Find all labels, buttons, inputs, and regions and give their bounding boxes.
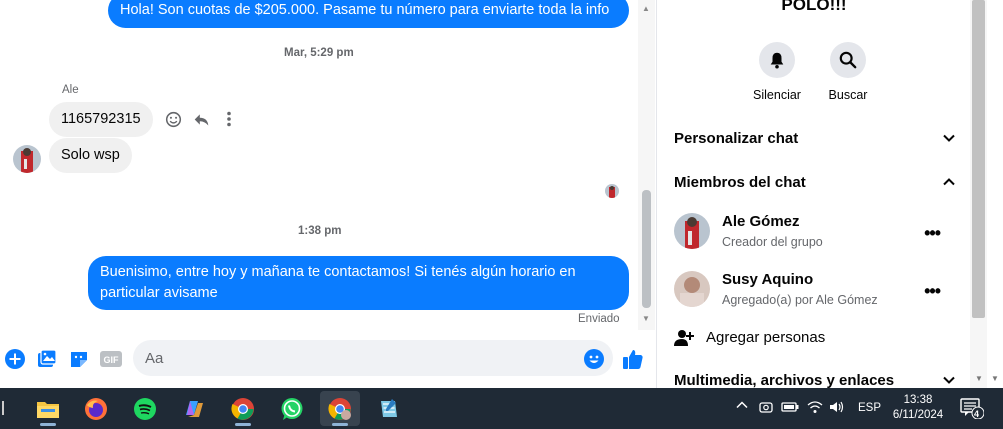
more-options-icon[interactable]: •••	[924, 223, 941, 244]
react-icon[interactable]	[164, 110, 182, 128]
scroll-down-arrow-icon[interactable]: ▼	[642, 314, 650, 323]
member-row[interactable]: Susy Aquino Agregado(a) por Ale Gómez ••…	[674, 271, 956, 311]
member-name: Ale Gómez	[722, 213, 800, 230]
taskbar-edge	[2, 401, 4, 415]
running-indicator	[40, 423, 56, 426]
search-icon	[830, 42, 866, 78]
message-status: Enviado	[578, 313, 620, 325]
search-label: Buscar	[828, 88, 868, 102]
image-icon[interactable]	[36, 348, 58, 370]
windows-taskbar: ESP 13:38 6/11/2024 4	[0, 388, 1003, 429]
spotify-icon[interactable]	[125, 391, 165, 426]
chevron-up-icon	[942, 175, 956, 193]
section-label: Multimedia, archivos y enlaces	[674, 372, 895, 389]
chat-members-section[interactable]: Miembros del chat	[674, 174, 956, 191]
media-files-section[interactable]: Multimedia, archivos y enlaces	[674, 372, 956, 389]
more-options-icon[interactable]: •••	[924, 281, 941, 302]
search-button[interactable]: Buscar	[808, 42, 888, 102]
chevron-up-icon[interactable]	[735, 398, 749, 415]
clock-time: 13:38	[903, 394, 933, 406]
sender-avatar[interactable]	[13, 145, 41, 173]
group-title: POLO!!!	[781, 0, 847, 14]
chrome-icon[interactable]	[223, 391, 263, 426]
customize-chat-section[interactable]: Personalizar chat	[674, 130, 956, 147]
notification-icon[interactable]	[960, 397, 985, 422]
wifi-icon[interactable]	[807, 400, 823, 417]
member-role: Creador del grupo	[722, 235, 823, 249]
chevron-down-icon	[942, 131, 956, 149]
copilot-icon[interactable]	[174, 391, 214, 426]
outgoing-message[interactable]: Buenisimo, entre hoy y mañana te contact…	[88, 256, 629, 310]
like-icon[interactable]	[622, 348, 644, 370]
gif-icon[interactable]: GIF	[100, 348, 122, 370]
mute-button[interactable]: Silenciar	[737, 42, 817, 102]
bell-icon	[759, 42, 795, 78]
scroll-down-arrow-icon[interactable]: ▼	[991, 374, 999, 383]
message-composer: GIF	[0, 336, 655, 382]
whatsapp-icon[interactable]	[272, 391, 312, 426]
more-vertical-icon[interactable]	[220, 110, 238, 128]
running-indicator	[235, 423, 251, 426]
section-label: Personalizar chat	[674, 130, 799, 147]
outgoing-message[interactable]: Hola! Son cuotas de $205.000. Pasame tu …	[108, 0, 629, 28]
read-receipt-avatar	[605, 184, 619, 198]
message-input[interactable]	[133, 340, 613, 376]
notification-count: 4	[974, 409, 980, 419]
chrome-profile-icon[interactable]	[320, 391, 360, 426]
running-indicator	[332, 423, 348, 426]
member-avatar	[674, 213, 710, 249]
incoming-message[interactable]: 1165792315	[49, 102, 153, 137]
scroll-up-arrow-icon[interactable]: ▲	[642, 4, 650, 13]
chat-info-panel: POLO!!! Silenciar Buscar Personalizar ch…	[656, 0, 970, 389]
sticker-icon[interactable]	[68, 348, 90, 370]
add-people-label: Agregar personas	[706, 329, 826, 346]
svg-text:GIF: GIF	[104, 355, 120, 365]
scrollbar-track[interactable]	[970, 0, 987, 388]
plus-icon[interactable]	[4, 348, 26, 370]
scroll-down-arrow-icon[interactable]: ▼	[975, 374, 983, 383]
member-role: Agregado(a) por Ale Gómez	[722, 293, 878, 307]
emoji-icon[interactable]	[583, 348, 605, 370]
message-actions	[164, 110, 238, 128]
input-language[interactable]: ESP	[858, 402, 881, 414]
panel-scrollbar[interactable]: ▼ ▼	[970, 0, 1003, 388]
volume-icon[interactable]	[829, 400, 845, 417]
member-row[interactable]: Ale Gómez Creador del grupo •••	[674, 213, 956, 253]
mute-label: Silenciar	[753, 88, 801, 102]
scrollbar-thumb[interactable]	[642, 190, 651, 308]
member-avatar	[674, 271, 710, 307]
chat-scrollbar[interactable]: ▲ ▼	[638, 0, 655, 330]
clock[interactable]: 13:38 6/11/2024	[880, 393, 956, 423]
camera-icon[interactable]	[759, 400, 773, 417]
notepad-icon[interactable]	[369, 391, 409, 426]
firefox-icon[interactable]	[76, 391, 116, 426]
timestamp: 1:38 pm	[298, 225, 342, 237]
file-explorer-icon[interactable]	[28, 391, 68, 426]
clock-date: 6/11/2024	[892, 409, 944, 421]
reply-icon[interactable]	[192, 110, 210, 128]
add-person-icon	[674, 328, 694, 352]
member-name: Susy Aquino	[722, 271, 814, 288]
section-label: Miembros del chat	[674, 174, 806, 191]
timestamp: Mar, 5:29 pm	[284, 47, 354, 59]
battery-icon[interactable]	[781, 400, 799, 417]
sender-name: Ale	[62, 84, 79, 96]
scrollbar-thumb[interactable]	[972, 0, 985, 318]
incoming-message[interactable]: Solo wsp	[49, 138, 132, 173]
chat-pane: Hola! Son cuotas de $205.000. Pasame tu …	[0, 0, 655, 388]
